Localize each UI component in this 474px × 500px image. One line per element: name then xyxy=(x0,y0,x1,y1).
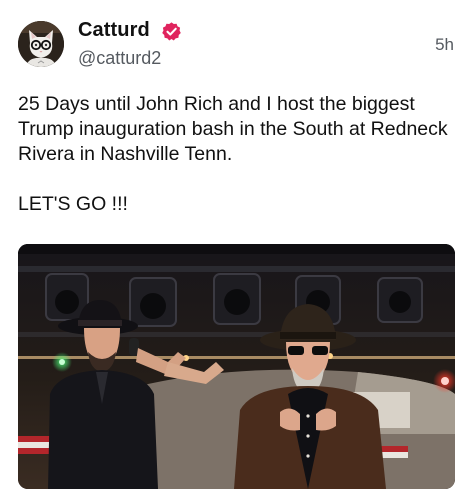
post-text-cta: LET'S GO !!! xyxy=(18,193,128,215)
display-name[interactable]: Catturd xyxy=(78,19,150,42)
post-text-main: 25 Days until John Rich and I host the b… xyxy=(18,93,448,165)
user-handle[interactable]: @catturd2 xyxy=(78,48,161,69)
user-avatar[interactable] xyxy=(18,21,64,67)
stage-photo xyxy=(18,244,455,489)
verified-badge-icon xyxy=(161,21,182,42)
post-timestamp[interactable]: 5h xyxy=(435,35,454,55)
post-body: 25 Days until John Rich and I host the b… xyxy=(18,92,464,217)
cat-avatar-icon xyxy=(18,21,64,67)
tweet-post: Catturd @catturd2 5h 25 Days until John … xyxy=(0,0,474,500)
post-media-photo[interactable] xyxy=(18,244,455,489)
